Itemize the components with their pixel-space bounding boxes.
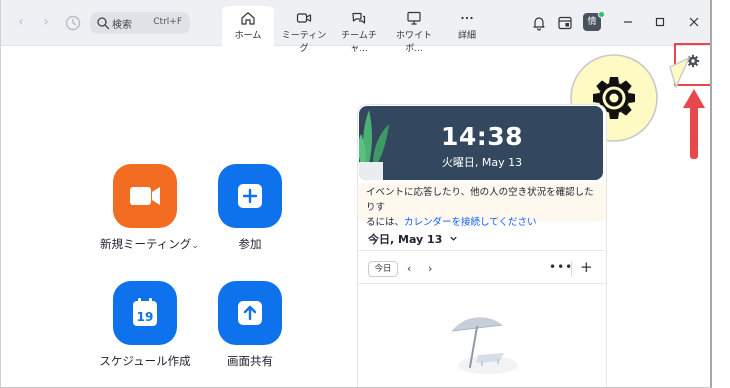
- search-bar[interactable]: 検索 Ctrl+F: [90, 12, 190, 34]
- new-meeting-button[interactable]: [113, 164, 177, 228]
- tab-label: 詳細: [457, 31, 476, 41]
- notice-line-2: るには、: [366, 217, 405, 228]
- schedule-day-number: 19: [137, 310, 154, 324]
- today-selector[interactable]: 今日, May 13: [368, 231, 458, 247]
- forward-arrow-icon[interactable]: ›: [38, 14, 54, 30]
- zoom-window: ‹ › 検索 Ctrl+F ホーム ミーティング チームチャ... ホワイトボ.…: [0, 0, 712, 388]
- connect-calendar-notice: イベントに応答したり、他の人の空き状況を確認したりす るには、カレンダーを接続し…: [358, 183, 606, 228]
- video-camera-icon: [296, 13, 312, 23]
- whiteboard-icon: [407, 11, 421, 25]
- minimize-icon[interactable]: [619, 13, 637, 31]
- share-screen-action[interactable]: 画面共有: [209, 281, 291, 369]
- more-options-button[interactable]: •••: [549, 260, 573, 274]
- tab-whiteboards[interactable]: ホワイトボ...: [389, 6, 439, 54]
- clock-time: 14:38: [440, 122, 524, 151]
- tab-home[interactable]: ホーム: [222, 6, 274, 46]
- join-button[interactable]: [218, 164, 282, 228]
- previous-day-button[interactable]: ‹: [407, 262, 411, 275]
- calendar-icon: 19: [133, 298, 157, 326]
- clock-card: 14:38 火曜日, May 13: [359, 106, 603, 180]
- schedule-label: スケジュール作成: [99, 354, 191, 368]
- today-date-label: 今日, May 13: [368, 233, 443, 246]
- notice-line-1: イベントに応答したり、他の人の空き状況を確認したりす: [366, 187, 594, 213]
- tab-label: ホワイトボ...: [395, 31, 432, 54]
- clock-date: 火曜日, May 13: [441, 156, 523, 169]
- new-meeting-label: 新規ミーティング: [100, 237, 192, 251]
- close-icon[interactable]: [685, 13, 703, 31]
- calendar-panel: 14:38 火曜日, May 13 イベントに応答したり、他の人の空き状況を確認…: [357, 104, 607, 387]
- today-button[interactable]: 今日: [368, 261, 398, 277]
- tab-meetings[interactable]: ミーティング: [279, 6, 329, 54]
- tab-team-chat[interactable]: チームチャ...: [334, 6, 384, 54]
- plus-icon: [238, 184, 262, 208]
- schedule-button[interactable]: 19: [113, 281, 177, 345]
- presence-status-dot: [598, 11, 605, 18]
- share-screen-label: 画面共有: [227, 354, 273, 368]
- title-bar: ‹ › 検索 Ctrl+F ホーム ミーティング チームチャ... ホワイトボ.…: [1, 0, 710, 54]
- bell-icon[interactable]: [530, 14, 548, 32]
- join-label: 参加: [238, 237, 262, 251]
- add-event-button[interactable]: +: [580, 258, 593, 276]
- chat-icon: [352, 12, 366, 24]
- tab-label: ホーム: [234, 31, 262, 41]
- search-shortcut: Ctrl+F: [153, 17, 182, 27]
- back-arrow-icon[interactable]: ‹: [13, 14, 29, 30]
- chevron-down-icon[interactable]: ⌄: [191, 241, 199, 251]
- tab-label: チームチャ...: [341, 31, 377, 54]
- maximize-icon[interactable]: [651, 13, 669, 31]
- video-camera-icon: [130, 187, 160, 205]
- schedule-action[interactable]: 19 スケジュール作成: [95, 281, 195, 369]
- tab-more[interactable]: 詳細: [445, 6, 489, 46]
- calendar-window-icon[interactable]: [556, 14, 574, 32]
- share-screen-icon: [238, 301, 262, 325]
- new-meeting-action[interactable]: 新規ミーティング⌄: [100, 164, 199, 252]
- divider: [358, 250, 606, 251]
- red-up-arrow-icon: [683, 89, 705, 159]
- beach-umbrella-illustration-icon: [451, 317, 518, 374]
- divider: [358, 283, 606, 284]
- connect-calendar-link[interactable]: カレンダーを接続してください: [404, 217, 536, 228]
- chevron-down-icon: [450, 236, 457, 241]
- divider: [571, 261, 572, 277]
- share-screen-button[interactable]: [218, 281, 282, 345]
- home-icon: [241, 12, 255, 25]
- join-action[interactable]: 参加: [209, 164, 291, 252]
- tab-label: ミーティング: [281, 31, 327, 54]
- more-icon: [461, 16, 473, 20]
- history-icon[interactable]: [64, 14, 82, 32]
- search-placeholder: 検索: [112, 20, 132, 31]
- search-icon: [97, 17, 110, 30]
- next-day-button[interactable]: ›: [428, 262, 432, 275]
